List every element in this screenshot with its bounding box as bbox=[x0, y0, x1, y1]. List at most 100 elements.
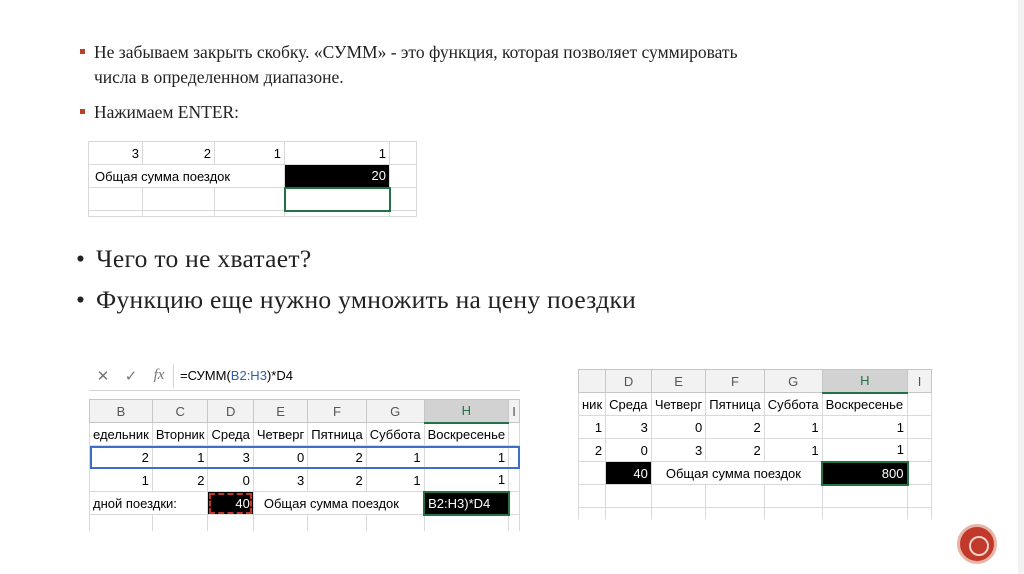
cell[interactable] bbox=[578, 507, 607, 519]
cell[interactable] bbox=[705, 507, 765, 519]
cell[interactable]: 2 bbox=[578, 438, 607, 462]
cell[interactable]: 1 bbox=[151, 445, 209, 469]
cell[interactable]: 0 bbox=[605, 438, 652, 462]
cell[interactable] bbox=[423, 514, 510, 531]
cell[interactable]: 2 bbox=[705, 438, 765, 462]
cell[interactable] bbox=[763, 484, 823, 508]
day-cell[interactable]: Воскресенье bbox=[821, 392, 909, 416]
cell[interactable]: 3 bbox=[252, 468, 309, 492]
cell[interactable] bbox=[307, 514, 367, 531]
cell[interactable] bbox=[508, 491, 520, 515]
cell[interactable] bbox=[142, 187, 215, 211]
cell[interactable]: 0 bbox=[207, 468, 254, 492]
column-header[interactable]: B bbox=[89, 399, 153, 423]
formula-input[interactable]: =СУММ(B2:H3)*D4 bbox=[173, 363, 520, 388]
column-header[interactable]: E bbox=[650, 369, 707, 393]
cell[interactable] bbox=[207, 514, 254, 531]
cell[interactable] bbox=[214, 187, 285, 211]
cell[interactable] bbox=[907, 415, 932, 439]
column-header[interactable]: F bbox=[307, 399, 367, 423]
column-header[interactable]: D bbox=[207, 399, 254, 423]
column-header[interactable]: H bbox=[821, 369, 909, 394]
day-cell[interactable]: Суббота bbox=[763, 392, 823, 416]
cell[interactable] bbox=[508, 422, 520, 446]
cell[interactable]: 3 bbox=[650, 438, 707, 462]
day-cell[interactable]: Четверг bbox=[650, 392, 707, 416]
cell[interactable]: 2 bbox=[151, 468, 209, 492]
day-cell[interactable]: Четверг bbox=[252, 422, 309, 446]
cell[interactable]: 1 bbox=[821, 438, 909, 462]
selected-cell[interactable] bbox=[283, 186, 391, 212]
column-header[interactable]: E bbox=[252, 399, 309, 423]
column-header[interactable]: I bbox=[508, 399, 520, 423]
day-cell[interactable]: Среда bbox=[605, 392, 652, 416]
cell[interactable]: 3 bbox=[207, 445, 254, 469]
price-cell[interactable]: 40 bbox=[605, 461, 652, 485]
cell[interactable] bbox=[907, 438, 932, 462]
cell[interactable] bbox=[88, 187, 143, 211]
cell[interactable] bbox=[821, 484, 909, 508]
cell[interactable]: 2 bbox=[307, 445, 367, 469]
day-cell[interactable]: едельник bbox=[89, 422, 153, 446]
cell[interactable]: 3 bbox=[605, 415, 652, 439]
price-cell[interactable]: 40 bbox=[207, 491, 254, 515]
cell[interactable]: 1 bbox=[423, 468, 510, 492]
total-label-cell[interactable]: Общая сумма поездок bbox=[650, 461, 823, 485]
cell[interactable]: 0 bbox=[252, 445, 309, 469]
cell[interactable]: 2 bbox=[89, 445, 153, 469]
cell[interactable] bbox=[365, 514, 425, 531]
day-cell[interactable]: Суббота bbox=[365, 422, 425, 446]
total-label-cell[interactable]: Общая сумма поездок bbox=[88, 164, 285, 188]
cell[interactable]: 2 bbox=[705, 415, 765, 439]
cell[interactable]: 1 bbox=[763, 438, 823, 462]
day-cell[interactable]: Пятница bbox=[307, 422, 367, 446]
cell[interactable]: 1 bbox=[284, 141, 390, 165]
cancel-icon[interactable]: ✕ bbox=[89, 367, 117, 385]
cell[interactable]: 2 bbox=[142, 141, 215, 165]
cell[interactable] bbox=[907, 461, 932, 485]
column-header[interactable]: C bbox=[151, 399, 209, 423]
cell[interactable]: 0 bbox=[650, 415, 707, 439]
column-header[interactable]: I bbox=[907, 369, 932, 393]
cell[interactable] bbox=[389, 187, 417, 211]
cell[interactable] bbox=[907, 392, 932, 416]
cell[interactable]: 1 bbox=[578, 415, 607, 439]
column-header[interactable] bbox=[578, 369, 607, 393]
column-header[interactable]: F bbox=[705, 369, 765, 393]
day-cell[interactable]: Вторник bbox=[151, 422, 209, 446]
cell[interactable] bbox=[389, 141, 417, 165]
cell[interactable] bbox=[578, 484, 607, 508]
cell[interactable] bbox=[508, 445, 520, 469]
cell[interactable]: 3 bbox=[88, 141, 143, 165]
day-cell[interactable]: ник bbox=[578, 392, 607, 416]
cell[interactable]: 1 bbox=[821, 415, 909, 439]
cell[interactable] bbox=[389, 164, 417, 188]
cell[interactable]: 1 bbox=[763, 415, 823, 439]
cell[interactable]: 1 bbox=[214, 141, 285, 165]
cell[interactable] bbox=[650, 507, 707, 519]
price-label-cell[interactable]: дной поездки: bbox=[89, 491, 209, 515]
cell[interactable] bbox=[89, 514, 153, 531]
check-icon[interactable]: ✓ bbox=[117, 367, 145, 385]
cell[interactable]: 2 bbox=[307, 468, 367, 492]
cell[interactable]: 1 bbox=[89, 468, 153, 492]
cell[interactable] bbox=[821, 507, 909, 519]
total-label-cell[interactable]: Общая сумма поездок bbox=[252, 491, 425, 515]
cell[interactable] bbox=[508, 468, 520, 492]
day-cell[interactable]: Пятница bbox=[705, 392, 765, 416]
cell[interactable] bbox=[151, 514, 209, 531]
cell[interactable] bbox=[508, 514, 520, 531]
cell[interactable] bbox=[907, 484, 932, 508]
editing-cell[interactable]: B2:H3)*D4 bbox=[423, 490, 510, 516]
cell[interactable] bbox=[605, 507, 652, 519]
cell[interactable]: 1 bbox=[423, 445, 510, 469]
cell[interactable] bbox=[252, 514, 309, 531]
cell[interactable]: 1 bbox=[365, 445, 425, 469]
day-cell[interactable]: Среда bbox=[207, 422, 254, 446]
total-cell[interactable]: 20 bbox=[284, 164, 390, 188]
cell[interactable] bbox=[650, 484, 707, 508]
column-header[interactable]: H bbox=[423, 399, 510, 424]
column-header[interactable]: G bbox=[763, 369, 823, 393]
column-header[interactable]: G bbox=[365, 399, 425, 423]
fx-icon[interactable]: fx bbox=[145, 367, 173, 384]
